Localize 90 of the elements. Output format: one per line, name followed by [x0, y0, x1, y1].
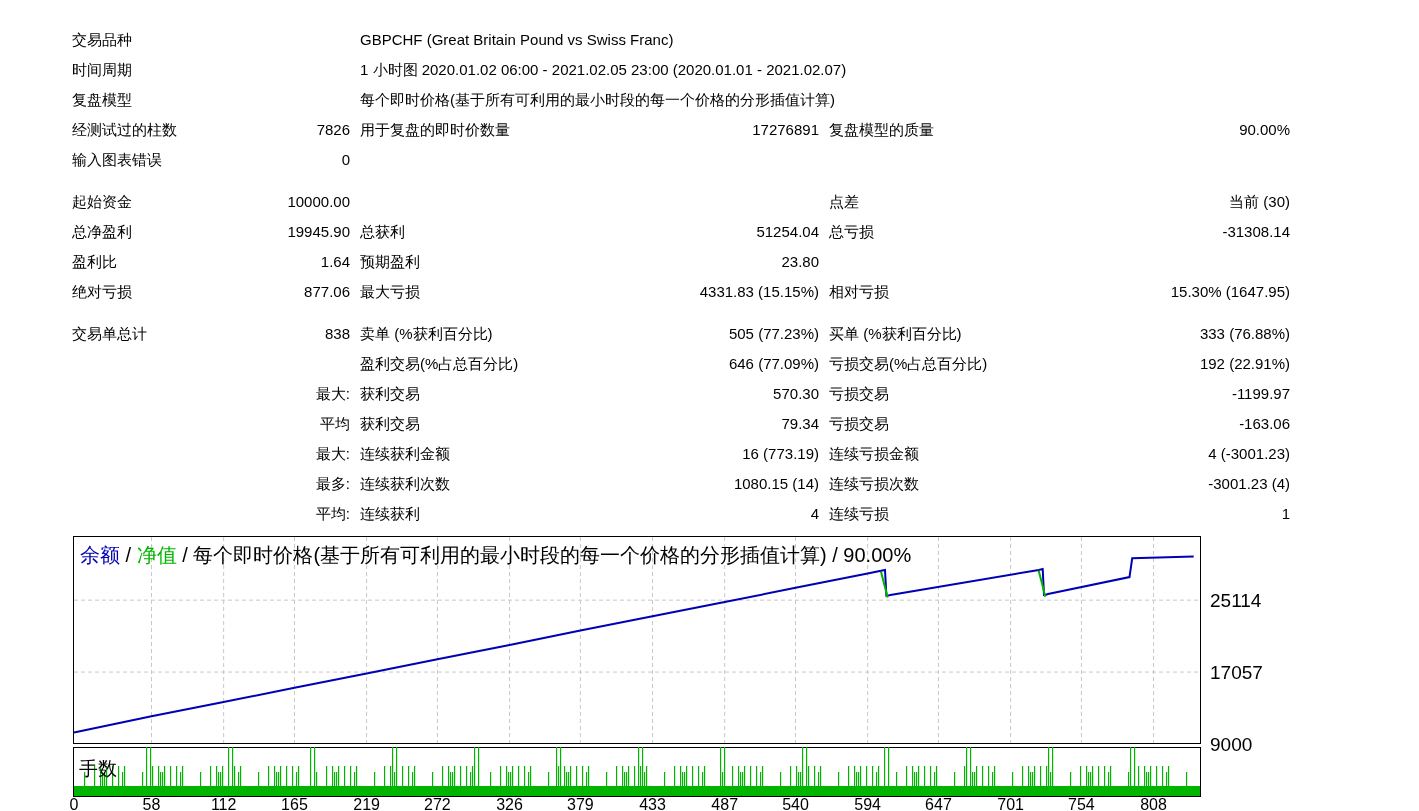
axis-label: 0	[69, 796, 79, 811]
field-value: 1080.15 (14)	[733, 474, 819, 492]
field-value: 1.64	[320, 252, 350, 270]
field-value: 最多:	[315, 474, 350, 492]
field-label: 获利交易	[360, 384, 420, 402]
field-label: 经测试过的柱数	[72, 120, 177, 138]
field-value: 646 (77.09%)	[728, 354, 819, 372]
field-value: 877.06	[304, 282, 350, 300]
field-label: 盈利交易(%占总百分比)	[360, 354, 519, 372]
lots-label: 手数	[79, 758, 117, 779]
field-value: 10000.00	[287, 192, 350, 210]
field-value: 4 (-3001.23)	[1208, 444, 1290, 462]
field-value: GBPCHF (Great Britain Pound vs Swiss Franc)	[360, 30, 674, 48]
field-value: 最大:	[315, 444, 350, 462]
field-label: 相对亏损	[829, 282, 889, 300]
field-value: 平均:	[315, 504, 350, 522]
field-value: 333 (76.88%)	[1199, 324, 1290, 342]
axis-label: 165	[281, 796, 308, 811]
field-label: 连续亏损	[829, 504, 889, 522]
field-label: 复盘模型	[72, 90, 132, 108]
field-label: 亏损交易	[829, 414, 889, 432]
field-value: 最大:	[315, 384, 350, 402]
field-value: 4331.83 (15.15%)	[699, 282, 819, 300]
axis-label: 379	[567, 796, 594, 811]
field-value: 15.30% (1647.95)	[1170, 282, 1290, 300]
field-label: 亏损交易	[829, 384, 889, 402]
axis-label: 808	[1140, 796, 1167, 811]
field-value: 当前 (30)	[1229, 192, 1290, 210]
field-label: 总获利	[360, 222, 405, 240]
field-label: 复盘模型的质量	[829, 120, 934, 138]
field-label: 点差	[829, 192, 859, 210]
field-value: 16 (773.19)	[742, 444, 819, 462]
field-value: 51254.04	[756, 222, 819, 240]
field-value: 平均	[320, 414, 350, 432]
field-label: 最大亏损	[360, 282, 420, 300]
field-value: 1 小时图 2020.01.02 06:00 - 2021.02.05 23:00 (2020.01.01 - 2021.02.07)	[360, 60, 847, 78]
field-label: 总净盈利	[72, 222, 132, 240]
field-label: 盈利比	[72, 252, 117, 270]
field-value: 90.00%	[1239, 120, 1290, 138]
field-value: 505 (77.23%)	[728, 324, 819, 342]
axis-label: 540	[782, 796, 809, 811]
axis-label: 58	[142, 796, 161, 811]
field-label: 获利交易	[360, 414, 420, 432]
field-value: 7826	[316, 120, 350, 138]
axis-label: 594	[854, 796, 881, 811]
field-label: 预期盈利	[360, 252, 420, 270]
axis-label: 17057	[1210, 662, 1263, 684]
field-label: 连续获利次数	[360, 474, 450, 492]
field-label: 绝对亏损	[72, 282, 132, 300]
axis-label: 326	[496, 796, 523, 811]
field-value: 每个即时价格(基于所有可利用的最小时段的每一个价格的分形插值计算)	[360, 90, 835, 108]
field-label: 交易品种	[72, 30, 132, 48]
field-value: 79.34	[781, 414, 819, 432]
axis-label: 647	[925, 796, 952, 811]
axis-label: 433	[639, 796, 666, 811]
axis-label: 219	[353, 796, 380, 811]
field-value: 19945.90	[287, 222, 350, 240]
field-label: 买单 (%获利百分比)	[829, 324, 962, 342]
field-label: 起始资金	[72, 192, 132, 210]
axis-label: 701	[997, 796, 1024, 811]
field-value: -1199.97	[1231, 384, 1290, 402]
chart-title: 余额 / 净值 / 每个即时价格(基于所有可利用的最小时段的每一个价格的分形插值计算) / 90.00%	[80, 544, 912, 566]
field-value: 838	[324, 324, 350, 342]
field-value: -163.06	[1239, 414, 1290, 432]
field-label: 卖单 (%获利百分比)	[360, 324, 493, 342]
axis-label: 754	[1068, 796, 1095, 811]
field-value: 192 (22.91%)	[1199, 354, 1290, 372]
field-label: 亏损交易(%占总百分比)	[829, 354, 988, 372]
field-value: 17276891	[752, 120, 819, 138]
field-value: 23.80	[781, 252, 819, 270]
field-label: 连续亏损金额	[829, 444, 919, 462]
field-label: 时间周期	[72, 60, 132, 78]
field-label: 连续获利	[360, 504, 420, 522]
field-value: -3001.23 (4)	[1208, 474, 1290, 492]
field-value: 0	[341, 150, 350, 168]
axis-label: 487	[711, 796, 739, 811]
field-label: 交易单总计	[72, 324, 147, 342]
axis-label: 272	[424, 796, 451, 811]
axis-label: 9000	[1210, 734, 1253, 755]
field-label: 用于复盘的即时价数量	[360, 120, 510, 138]
field-value: 1	[1281, 504, 1290, 522]
field-value: 570.30	[773, 384, 819, 402]
field-label: 输入图表错误	[72, 150, 162, 168]
axis-label: 112	[210, 796, 237, 811]
field-value: 4	[810, 504, 819, 522]
field-label: 连续获利金额	[360, 444, 450, 462]
axis-label: 25114	[1210, 590, 1262, 612]
field-label: 总亏损	[829, 222, 874, 240]
field-value: -31308.14	[1222, 222, 1290, 240]
field-label: 连续亏损次数	[829, 474, 919, 492]
